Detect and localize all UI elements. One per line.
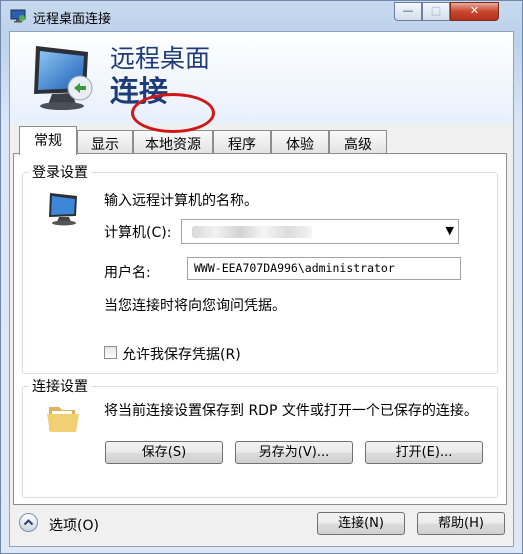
computer-icon [49, 193, 77, 226]
tab-experience[interactable]: 体验 [271, 130, 329, 154]
connection-settings-legend: 连接设置 [32, 379, 88, 395]
window-title: 远程桌面连接 [33, 12, 112, 27]
help-button[interactable]: 帮助(H) [417, 512, 505, 535]
redacted-computer-name [192, 226, 312, 238]
tab-advanced[interactable]: 高级 [329, 130, 387, 154]
title-bar[interactable]: 远程桌面连接 — □ ✕ [1, 1, 522, 31]
save-credentials-checkbox[interactable] [104, 346, 117, 359]
connection-settings-group: 连接设置 [22, 376, 498, 498]
maximize-button[interactable]: □ [422, 2, 450, 21]
monitor-connection-icon [34, 46, 93, 110]
options-label[interactable]: 选项(O) [49, 515, 99, 535]
banner-title: 远程桌面 [110, 44, 211, 73]
computer-prompt: 输入远程计算机的名称。 [104, 193, 258, 209]
save-credentials-label[interactable]: 允许我保存凭据(R) [122, 344, 241, 364]
connection-description: 将当前连接设置保存到 RDP 文件或打开一个已保存的连接。 [104, 403, 478, 419]
tab-display[interactable]: 显示 [77, 130, 133, 154]
folder-icon [47, 407, 79, 432]
remote-desktop-icon [10, 9, 26, 23]
minimize-button[interactable]: — [394, 2, 422, 21]
username-field[interactable]: WWW-EEA707DA996\administrator [187, 257, 461, 280]
save-as-button[interactable]: 另存为(V)... [235, 441, 353, 464]
open-button[interactable]: 打开(E)... [365, 441, 483, 464]
tab-strip: 常规 显示 本地资源 程序 体验 高级 [10, 126, 513, 155]
tab-programs[interactable]: 程序 [213, 130, 271, 154]
highlight-circle [131, 93, 215, 133]
computer-combobox[interactable]: ▼ [181, 219, 459, 244]
dialog-body: 远程桌面 连接 常规 显示 本地资源 程序 体验 高级 登录设置 连接设置 [9, 31, 514, 547]
tab-general[interactable]: 常规 [19, 126, 77, 155]
tab-local-resources[interactable]: 本地资源 [133, 130, 213, 154]
chevron-up-icon [23, 519, 34, 526]
save-button[interactable]: 保存(S) [105, 441, 223, 464]
computer-label: 计算机(C): [104, 225, 172, 241]
close-button[interactable]: ✕ [450, 2, 499, 21]
login-settings-legend: 登录设置 [32, 165, 88, 181]
username-label: 用户名: [104, 265, 151, 281]
credentials-note: 当您连接时将向您询问凭据。 [104, 298, 286, 314]
connect-button[interactable]: 连接(N) [317, 512, 405, 535]
options-toggle-button[interactable] [19, 513, 38, 532]
dropdown-arrow-icon[interactable]: ▼ [446, 224, 454, 237]
rdp-window: 远程桌面连接 — □ ✕ 远程桌面 连接 常规 显示 本地资源 程序 体验 高级… [0, 0, 523, 554]
banner: 远程桌面 连接 [10, 32, 513, 124]
